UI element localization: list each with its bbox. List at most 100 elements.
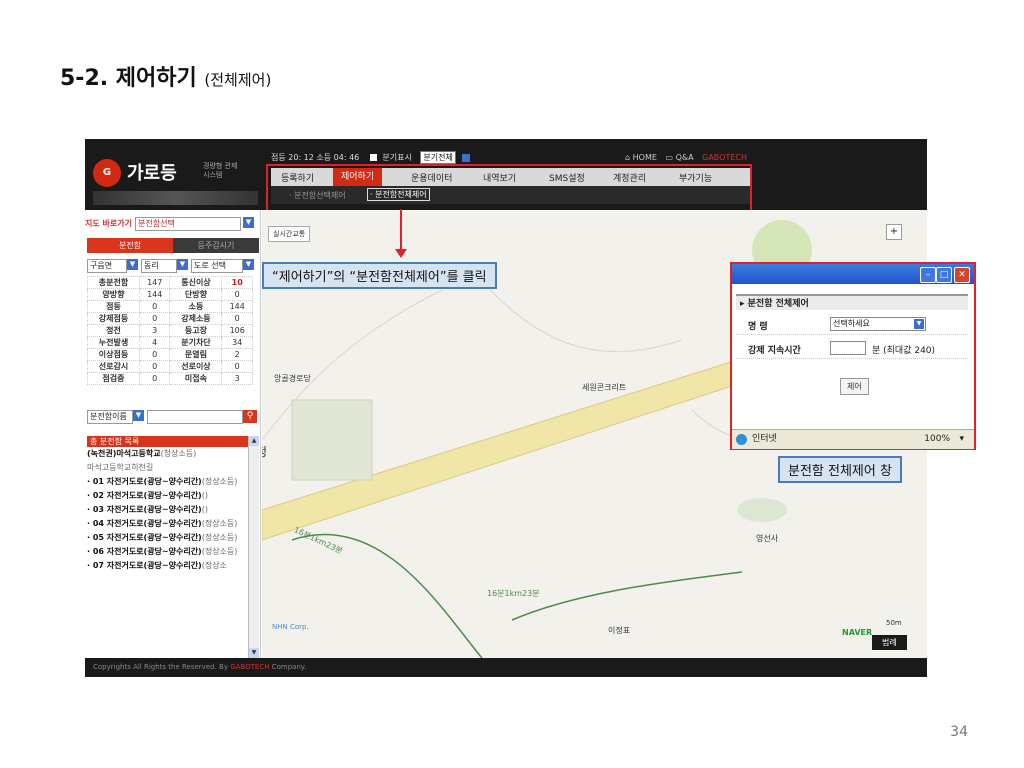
map-label: 영선사 [756, 534, 779, 543]
gabotech-brand[interactable]: GABOTECH [702, 153, 747, 162]
stat-label: 양방향 [87, 288, 140, 301]
chevron-down-icon[interactable]: ▼ [133, 410, 144, 421]
home-icon: ⌂ [625, 153, 631, 162]
list-item-status: (정상소등) [201, 477, 238, 486]
page-number: 34 [950, 724, 968, 740]
list-item-status: (정상소등) [201, 547, 238, 556]
maximize-icon[interactable]: □ [936, 267, 952, 283]
goto-select[interactable]: 분전함선택 [135, 217, 241, 231]
search-input[interactable] [147, 410, 243, 424]
chevron-down-icon[interactable]: ▼ [177, 259, 188, 270]
realtime-traffic-button[interactable]: 실시간교통 [268, 226, 311, 242]
list-item-name: · 07 자전거도로(광당~양수리간) [87, 561, 202, 570]
list-item-status: (정상소등) [201, 519, 238, 528]
popup-statusbar: 인터넷 100% ▾ [732, 429, 974, 449]
stat-value: 106 [221, 324, 253, 337]
stat-value: 34 [221, 336, 253, 349]
scroll-down-icon[interactable]: ▼ [249, 648, 259, 658]
search-type-select[interactable]: 분전함이름 [87, 410, 133, 424]
stat-label: 선로감시 [87, 360, 140, 373]
home-link[interactable]: HOME [633, 153, 657, 162]
status-row: 점등 20: 12 소등 04: 46 분기표시 분기전체 [271, 151, 471, 164]
scroll-up-icon[interactable]: ▲ [249, 436, 259, 446]
list-item[interactable]: · 02 자전거도로(광당~양수리간)() [87, 490, 247, 501]
list-item[interactable]: · 01 자전거도로(광당~양수리간)(정상소등) [87, 476, 247, 487]
list-item[interactable]: · 03 자전거도로(광당~양수리간)() [87, 504, 247, 515]
search-icon[interactable]: ⚲ [243, 410, 257, 423]
list-scrollbar[interactable]: ▲ ▼ [248, 436, 259, 658]
map-label: 16분1km23분 [487, 589, 540, 598]
filter-village[interactable]: 동리 [141, 259, 177, 273]
duration-input[interactable] [830, 341, 866, 355]
stats-row: 누전발생 4 분기차단 34 [87, 336, 253, 349]
callout-window-label: 분전함 전체제어 창 [778, 456, 902, 483]
light-time-text: 점등 20: 12 소등 04: 46 [271, 153, 360, 162]
list-item-name: · 02 자전거도로(광당~양수리간) [87, 491, 202, 500]
stat-value: 0 [221, 312, 253, 325]
stat-value: 3 [138, 324, 171, 337]
list-item-name: (녹천권)마석고등학교 [87, 449, 161, 458]
chevron-down-icon[interactable]: ▼ [243, 217, 254, 228]
triangle-right-icon: ▸ [740, 299, 748, 309]
command-select[interactable]: 선택하세요 ▼ [830, 317, 926, 331]
stats-row: 선로감시 0 선로이상 0 [87, 360, 253, 373]
list-header: 총 분전함 목록 [87, 436, 250, 447]
search-row: 분전함이름 ▼ ⚲ [87, 410, 259, 424]
goto-row: 지도 바로가기 [85, 218, 132, 229]
chevron-down-icon[interactable]: ▾ [959, 430, 964, 449]
status-zoom[interactable]: 100% [924, 430, 950, 449]
slide-title-main: 5-2. 제어하기 [60, 66, 197, 91]
stat-label: 총분전함 [87, 276, 140, 289]
branch-select[interactable]: 분기전체 [420, 151, 456, 164]
branch-display-checkbox[interactable] [369, 154, 377, 161]
stat-value: 0 [221, 360, 253, 373]
footer-company: Company. [271, 663, 307, 671]
control-submit-button[interactable]: 제어 [840, 378, 869, 395]
filter-district[interactable]: 구읍면 [87, 259, 127, 273]
stat-label: 선로이상 [169, 360, 223, 373]
globe-icon [736, 434, 747, 445]
chevron-down-icon[interactable]: ▼ [243, 259, 254, 270]
panel-list: (녹천권)마석고등학교(청상소등) 마석고등학교히천길 · 01 자전거도로(광당~… [87, 448, 247, 658]
list-item-status: () [201, 491, 208, 500]
stats-table: 총분전함 147 통신이상 10 양방향 144 단방향 0 점등 0 소등 144 강제점등 0 강제소등… [87, 276, 253, 385]
list-item[interactable]: (녹천권)마석고등학교(청상소등) [87, 448, 247, 459]
chat-icon: ▭ [665, 153, 674, 162]
zoom-in-icon[interactable]: + [886, 224, 902, 240]
map-label: 이정표 [608, 626, 631, 635]
sidebar: 지도 바로가기 분전함선택 ▼ 분전함 등주감시기 구읍면 ▼ 동리 ▼ 도로 … [85, 210, 261, 658]
chevron-down-icon[interactable] [462, 153, 471, 162]
chevron-down-icon[interactable]: ▼ [127, 259, 138, 270]
list-item[interactable]: · 04 자전거도로(광당~양수리간)(정상소등) [87, 518, 247, 529]
stat-value: 0 [138, 372, 171, 385]
list-item-status: 마석고등학교히천길 [87, 463, 154, 472]
stat-label: 문열림 [169, 348, 223, 361]
stat-label: 누전발생 [87, 336, 140, 349]
tab-pole-monitor[interactable]: 등주감시기 [173, 238, 259, 253]
chevron-down-icon[interactable]: ▼ [914, 319, 924, 329]
map-scale: 50m [886, 619, 902, 627]
list-item-name: · 03 자전거도로(광당~양수리간) [87, 505, 202, 514]
close-icon[interactable]: ✕ [954, 267, 970, 283]
duration-unit: 분 (최대값 240) [872, 346, 936, 356]
list-item[interactable]: · 05 자전거도로(광당~양수리간)(정상소등) [87, 532, 247, 543]
goto-label: 지도 바로가기 [85, 219, 132, 228]
list-item[interactable]: 마석고등학교히천길 [87, 462, 247, 473]
stat-label: 소등 [169, 300, 223, 313]
qa-link[interactable]: Q&A [676, 153, 694, 162]
top-bar: G 가로등 경량형 관제시스템 점등 20: 12 소등 04: 46 분기표시… [85, 139, 927, 212]
top-links: ⌂ HOME ▭ Q&A GABOTECH [625, 153, 747, 162]
tab-panel[interactable]: 분전함 [87, 238, 173, 253]
popup-section-title: ▸ 분전함 전체제어 [736, 294, 968, 310]
popup-body: ▸ 분전함 전체제어 명 령 선택하세요 ▼ 강제 지속시간 분 (최대값 24… [736, 286, 970, 426]
stat-label: 등고장 [169, 324, 223, 337]
stat-label: 점등 [87, 300, 140, 313]
stat-value: 144 [138, 288, 171, 301]
popup-titlebar: – □ ✕ [732, 264, 974, 284]
legend-button[interactable]: 범례 [872, 635, 907, 650]
stat-value: 144 [221, 300, 253, 313]
list-item[interactable]: · 06 자전거도로(광당~양수리간)(정상소등) [87, 546, 247, 557]
minimize-icon[interactable]: – [920, 267, 936, 283]
list-item[interactable]: · 07 자전거도로(광당~양수리간)(정상소 [87, 560, 247, 571]
filter-road[interactable]: 도로 선택 [191, 259, 243, 273]
